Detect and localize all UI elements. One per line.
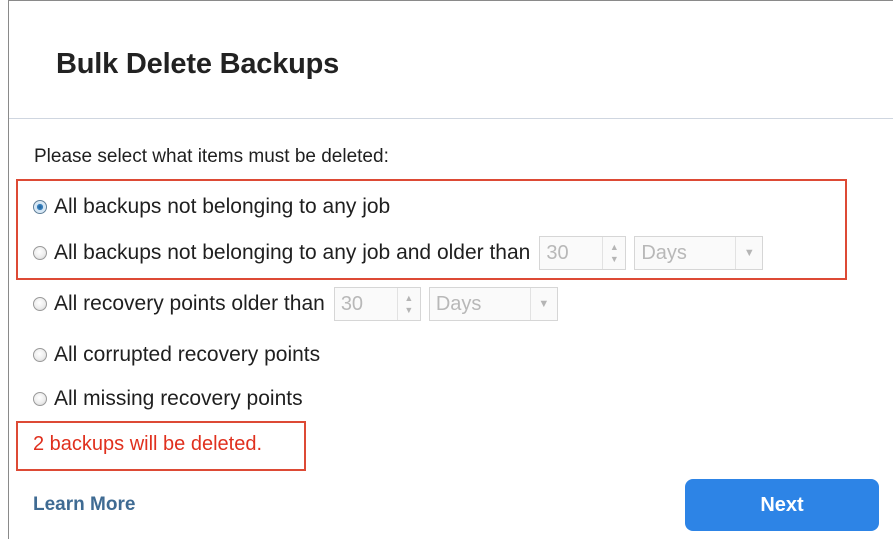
dropdown-arrow-icon[interactable]: ▼ [529, 288, 557, 320]
option-label: All missing recovery points [54, 387, 303, 410]
learn-more-link[interactable]: Learn More [33, 494, 135, 516]
next-button[interactable]: Next [685, 479, 879, 531]
age-amount-value: 30 [340, 292, 364, 315]
selection-prompt: Please select what items must be deleted… [34, 146, 389, 167]
stepper-arrows[interactable]: ▲ ▼ [396, 288, 420, 320]
radio-button[interactable] [33, 392, 47, 406]
option-label: All recovery points older than [54, 292, 325, 315]
option-missing-recovery-points[interactable]: All missing recovery points [33, 387, 303, 411]
option-recovery-points-older-than[interactable]: All recovery points older than 30 ▲ ▼ Da… [33, 287, 558, 321]
age-unit-value: Days [435, 292, 482, 315]
deletion-status-message: 2 backups will be deleted. [33, 433, 263, 455]
header-divider [9, 118, 893, 119]
bulk-delete-dialog: Bulk Delete Backups Please select what i… [8, 0, 893, 539]
option-label: All corrupted recovery points [54, 343, 321, 366]
option-corrupted-recovery-points[interactable]: All corrupted recovery points [33, 343, 320, 367]
radio-button[interactable] [33, 297, 47, 311]
age-unit-select[interactable]: Days ▼ [428, 287, 558, 321]
dialog-title: Bulk Delete Backups [56, 48, 340, 80]
chevron-up-icon[interactable]: ▲ [404, 293, 413, 303]
radio-button[interactable] [33, 348, 47, 362]
chevron-down-icon[interactable]: ▼ [404, 305, 413, 315]
age-amount-stepper[interactable]: 30 ▲ ▼ [333, 287, 421, 321]
highlight-box-options [16, 179, 847, 280]
